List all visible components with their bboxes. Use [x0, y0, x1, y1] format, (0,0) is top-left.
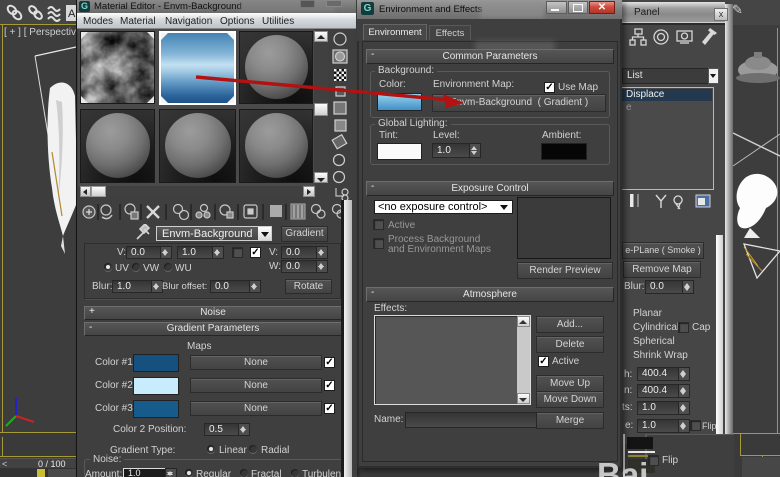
- svg-text:A: A: [68, 8, 76, 20]
